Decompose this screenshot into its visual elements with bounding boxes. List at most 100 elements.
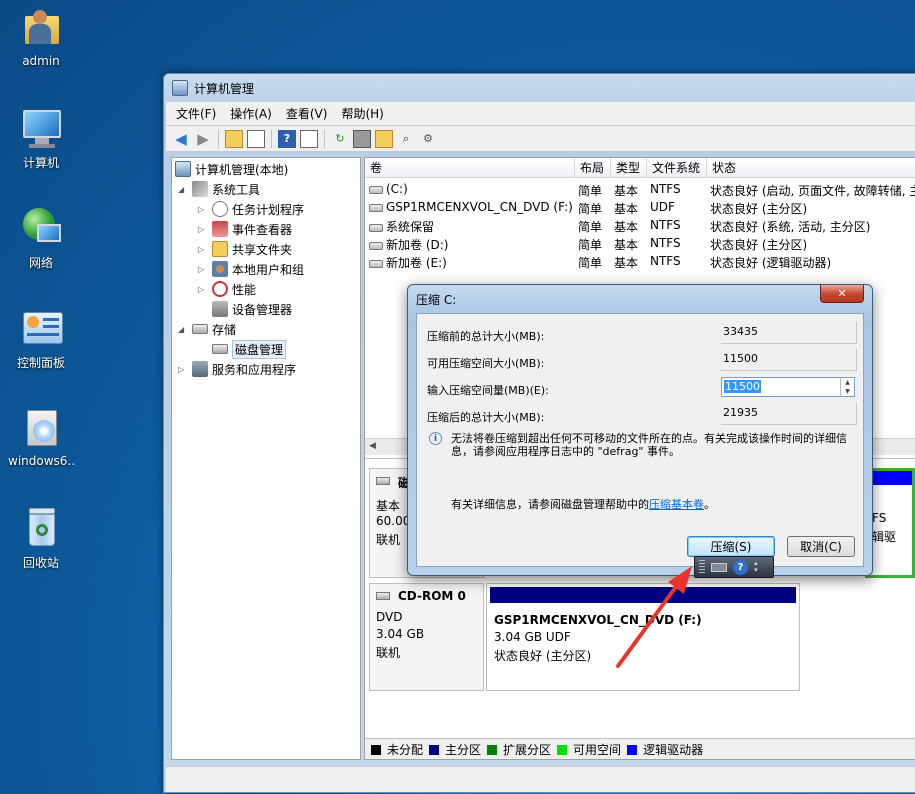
users-icon <box>212 261 228 277</box>
expand-arrow-icon[interactable]: ▷ <box>198 265 208 274</box>
cdrom-state: 联机 <box>376 646 401 660</box>
forward-arrow-icon[interactable]: ▶ <box>194 130 212 148</box>
menu-bar: 文件(F) 操作(A) 查看(V) 帮助(H) <box>166 102 915 126</box>
legend-swatch <box>557 744 568 755</box>
drive-icon <box>369 259 383 268</box>
desktop-icon-label: 控制面板 <box>16 356 65 370</box>
desktop-icon-label: 计算机 <box>22 156 59 170</box>
window-title: 计算机管理 <box>194 81 255 96</box>
cdrom-volume-status: 状态良好 (主分区) <box>494 649 592 663</box>
settings-icon[interactable]: ⚙ <box>419 130 437 148</box>
expand-arrow-icon[interactable]: ▷ <box>198 225 208 234</box>
shrink-button[interactable]: 压缩(S) <box>687 536 775 557</box>
help-link[interactable]: 压缩基本卷 <box>649 498 704 511</box>
tree-event-viewer[interactable]: ▷ 事件查看器 <box>198 219 292 239</box>
collapse-arrow-icon[interactable]: ◢ <box>178 185 188 194</box>
logical-drive-header <box>868 471 912 485</box>
desktop-icon-recycle-bin[interactable]: 回收站 <box>8 506 74 571</box>
expand-arrow-icon[interactable]: ▷ <box>178 365 188 374</box>
spinner-up-icon[interactable]: ▲ <box>841 378 854 387</box>
help-icon[interactable]: ? <box>278 129 296 148</box>
volume-row[interactable]: 新加卷 (D:) 简单 基本 NTFS 状态良好 (主分区) <box>365 234 915 252</box>
annotation-arrow <box>616 566 692 668</box>
cdrom-0-panel[interactable]: CD-ROM 0 DVD 3.04 GB 联机 <box>369 583 484 691</box>
tree-system-tools[interactable]: ◢ 系统工具 <box>178 179 260 199</box>
close-button[interactable]: ✕ <box>820 285 864 303</box>
cd-drive-icon <box>369 203 383 212</box>
volume-row[interactable]: 系统保留 简单 基本 NTFS 状态良好 (系统, 活动, 主分区) <box>365 216 915 234</box>
tree-services[interactable]: ▷ 服务和应用程序 <box>178 359 296 379</box>
volume-row[interactable]: GSP1RMCENXVOL_CN_DVD (F:) 简单 基本 UDF 状态良好… <box>365 198 915 216</box>
help-text: 有关详细信息，请参阅磁盘管理帮助中的压缩基本卷。 <box>451 498 715 511</box>
desktop-icon-label: 网络 <box>28 256 53 270</box>
cdrom-name: CD-ROM 0 <box>398 589 466 603</box>
tree-performance[interactable]: ▷ 性能 <box>198 279 256 299</box>
info-icon: i <box>429 432 442 445</box>
close-icon: ✕ <box>837 287 847 300</box>
disk-properties-icon[interactable] <box>353 129 371 148</box>
cancel-button[interactable]: 取消(C) <box>787 536 855 557</box>
desktop-icon-computer[interactable]: 计算机 <box>8 106 74 171</box>
tree-root[interactable]: 计算机管理(本地) <box>175 159 288 179</box>
navigation-tree: 计算机管理(本地) ◢ 系统工具 ▷ 任务计划程序 ▷ 事件查看器 ▷ 共享文件… <box>171 157 361 760</box>
cd-drive-icon <box>376 592 390 600</box>
storage-icon <box>192 324 208 334</box>
desktop-icon-admin[interactable]: admin <box>8 6 74 68</box>
shrink-amount-input[interactable]: 11500 ▲ ▼ <box>721 377 855 397</box>
expand-arrow-icon[interactable]: ▷ <box>198 285 208 294</box>
help-icon[interactable]: ? <box>733 559 748 575</box>
tree-storage[interactable]: ◢ 存储 <box>178 319 236 339</box>
properties-pane-icon[interactable] <box>300 129 318 148</box>
legend-swatch <box>487 744 498 755</box>
collapse-arrow-icon[interactable]: ◢ <box>178 325 188 334</box>
desktop-icon-installer[interactable]: windows6.... <box>8 406 74 468</box>
column-header-layout[interactable]: 布局 <box>575 158 611 178</box>
refresh-icon[interactable]: ↻ <box>331 130 349 148</box>
volume-row[interactable]: 新加卷 (E:) 简单 基本 NTFS 状态良好 (逻辑驱动器) <box>365 252 915 270</box>
installer-icon <box>19 406 63 450</box>
value-available: 11500 <box>721 349 857 371</box>
up-folder-icon[interactable] <box>225 129 243 148</box>
tree-shared-folders[interactable]: ▷ 共享文件夹 <box>198 239 292 259</box>
scroll-left-icon[interactable]: ◀ <box>369 441 376 451</box>
window-titlebar[interactable]: 计算机管理 <box>164 74 915 102</box>
tree-disk-management[interactable]: 磁盘管理 <box>212 339 287 359</box>
menu-help[interactable]: 帮助(H) <box>341 105 383 122</box>
expand-arrow-icon[interactable]: ▷ <box>198 205 208 214</box>
search-icon[interactable]: ⌕ <box>397 130 415 148</box>
tree-task-scheduler[interactable]: ▷ 任务计划程序 <box>198 199 304 219</box>
menu-view[interactable]: 查看(V) <box>286 105 328 122</box>
show-hide-tree-icon[interactable] <box>247 129 265 148</box>
dialog-title: 压缩 C: <box>416 293 457 307</box>
shrink-dialog: 压缩 C: ✕ 压缩前的总计大小(MB): 33435 可用压缩空间大小(MB)… <box>407 284 873 576</box>
column-header-volume[interactable]: 卷 <box>365 158 575 178</box>
column-header-filesystem[interactable]: 文件系统 <box>647 158 707 178</box>
options-icon[interactable]: ▴ ▾ <box>754 560 758 574</box>
desktop-icon-control-panel[interactable]: 控制面板 <box>8 306 74 371</box>
value-total-before: 33435 <box>721 322 857 344</box>
volume-row[interactable]: (C:) 简单 基本 NTFS 状态良好 (启动, 页面文件, 故障转储, 主 <box>365 180 915 198</box>
cdrom-type: DVD <box>376 610 403 624</box>
label-total-before: 压缩前的总计大小(MB): <box>427 330 545 343</box>
keyboard-icon[interactable] <box>711 562 727 572</box>
toolbar-separator <box>271 129 272 148</box>
disk-management-icon <box>212 344 228 354</box>
services-icon <box>192 361 208 377</box>
open-folder-icon[interactable] <box>375 129 393 148</box>
menu-action[interactable]: 操作(A) <box>230 105 272 122</box>
shared-folder-icon <box>212 241 228 257</box>
tree-device-manager[interactable]: 设备管理器 <box>212 299 292 319</box>
desktop-icon-network[interactable]: 网络 <box>8 206 74 271</box>
device-manager-icon <box>212 301 228 317</box>
spinner-down-icon[interactable]: ▼ <box>841 387 854 396</box>
back-arrow-icon[interactable]: ◀ <box>172 130 190 148</box>
legend-swatch <box>627 744 638 755</box>
disk-0-state: 联机 <box>376 533 401 547</box>
menu-file[interactable]: 文件(F) <box>176 105 216 122</box>
tree-local-users[interactable]: ▷ 本地用户和组 <box>198 259 304 279</box>
disk-icon <box>376 477 390 485</box>
spinner[interactable]: ▲ ▼ <box>840 378 854 396</box>
column-header-type[interactable]: 类型 <box>611 158 647 178</box>
expand-arrow-icon[interactable]: ▷ <box>198 245 208 254</box>
column-header-status[interactable]: 状态 <box>707 158 915 178</box>
